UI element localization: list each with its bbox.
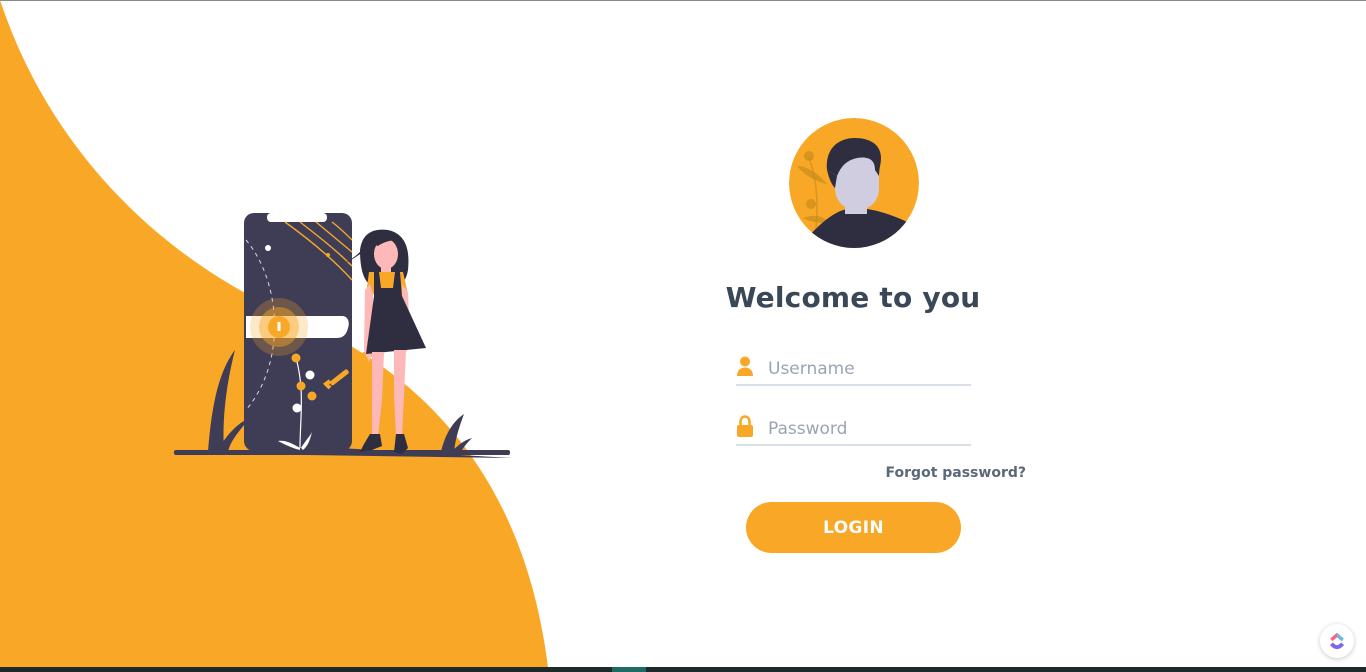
password-field (736, 414, 971, 446)
page-title: Welcome to you (725, 281, 981, 314)
login-illustration (170, 213, 512, 458)
lock-icon (737, 415, 753, 437)
forgot-password-link[interactable]: Forgot password? (880, 465, 1026, 481)
avatar-icon (789, 118, 919, 248)
avatar (789, 118, 919, 248)
user-icon (737, 356, 753, 376)
username-input[interactable] (768, 356, 968, 382)
username-field (736, 354, 971, 386)
bottom-strip (0, 667, 1366, 672)
login-button[interactable]: LOGIN (746, 502, 961, 553)
bottom-strip-accent (612, 667, 646, 672)
password-input[interactable] (768, 416, 968, 442)
clickup-widget-button[interactable] (1320, 624, 1354, 658)
clickup-icon (1330, 632, 1344, 649)
